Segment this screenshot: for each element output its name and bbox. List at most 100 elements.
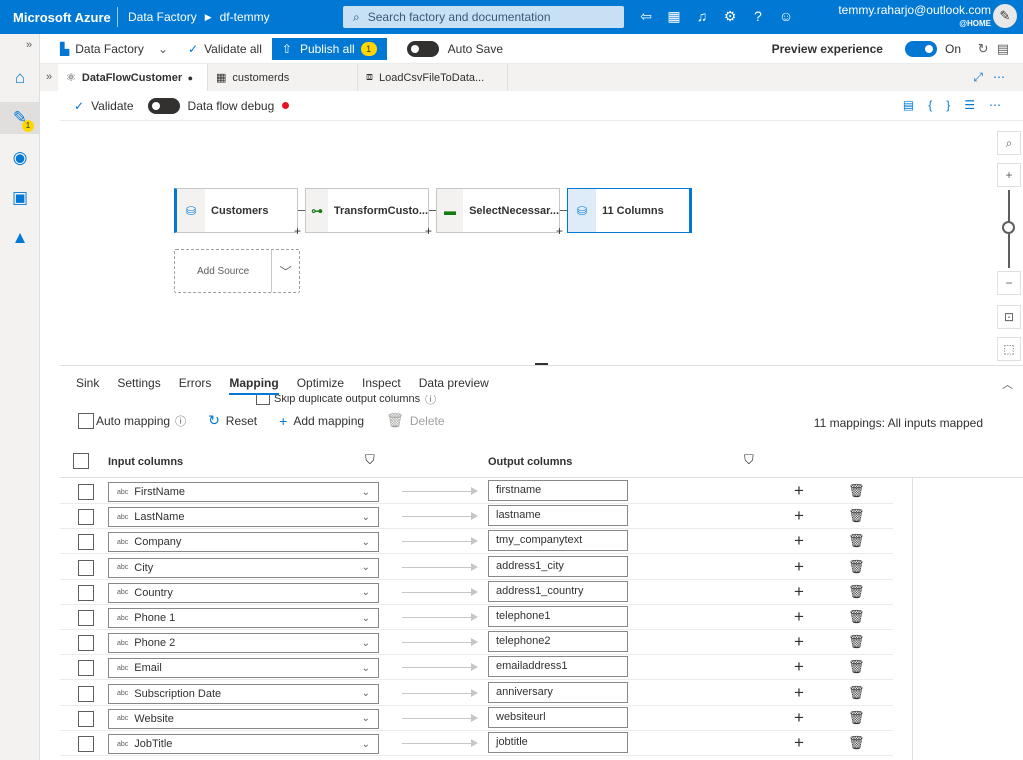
zoom-in-icon[interactable]: + xyxy=(997,163,1021,187)
reset-button[interactable]: ↻ Reset xyxy=(208,412,257,429)
learning-cap-icon[interactable]: ▲ xyxy=(0,222,40,254)
info-icon[interactable]: ⓘ xyxy=(175,413,186,429)
publish-all-button[interactable]: ⇧ Publish all 1 xyxy=(271,37,387,60)
output-column-field[interactable]: telephone1 xyxy=(488,606,628,627)
tab-optimize[interactable]: Optimize xyxy=(297,376,344,395)
auto-save-switch[interactable] xyxy=(406,40,439,57)
breadcrumb-factory[interactable]: df-temmy xyxy=(220,10,270,24)
row-checkbox[interactable] xyxy=(78,710,94,727)
output-column-field[interactable]: address1_country xyxy=(488,580,628,602)
validate-button[interactable]: ✓ Validate xyxy=(74,99,134,113)
input-column-dropdown[interactable]: abc JobTitle ⌄ xyxy=(108,734,379,754)
row-checkbox[interactable] xyxy=(78,484,94,500)
zoom-out-icon[interactable]: − xyxy=(997,271,1021,295)
tab-sink[interactable]: Sink xyxy=(76,376,99,395)
auto-save-toggle[interactable]: Auto Save xyxy=(406,40,503,57)
delete-button[interactable]: 🗑 Delete xyxy=(386,412,444,429)
fit-to-screen-icon[interactable]: ⊡ xyxy=(997,305,1021,329)
row-checkbox[interactable] xyxy=(78,534,94,551)
select-node[interactable]: ▬ SelectNecessar... + xyxy=(436,188,563,238)
tab-customerds[interactable]: ▦ customerds xyxy=(208,64,358,91)
derived-column-node[interactable]: ⊶ TransformCusto... + xyxy=(305,188,432,238)
output-column-field[interactable]: tmy_companytext xyxy=(488,530,628,552)
monitor-icon[interactable]: ◉ xyxy=(0,142,40,174)
code-braces-icon[interactable]: {} xyxy=(928,98,964,112)
maximize-icon[interactable]: ⤢ xyxy=(973,70,993,84)
data-factory-dropdown[interactable]: ▙ Data Factory ⌄ xyxy=(60,42,168,56)
input-column-dropdown[interactable]: abc Phone 1 ⌄ xyxy=(108,608,379,628)
filter-icon[interactable]: ⛉ xyxy=(744,452,754,468)
row-checkbox[interactable] xyxy=(78,635,94,652)
preview-switch[interactable] xyxy=(904,41,937,57)
source-node-customers[interactable]: ⛁ Customers + xyxy=(174,188,301,238)
tab-inspect[interactable]: Inspect xyxy=(362,376,401,395)
input-column-dropdown[interactable]: abc Country ⌄ xyxy=(108,582,379,603)
zoom-slider-knob[interactable] xyxy=(1002,221,1015,234)
input-column-dropdown[interactable]: abc LastName ⌄ xyxy=(108,507,379,528)
row-checkbox[interactable] xyxy=(78,509,94,526)
input-column-dropdown[interactable]: abc Email ⌄ xyxy=(108,658,379,679)
add-step-icon[interactable]: + xyxy=(556,224,563,238)
properties-icon[interactable]: ☰ xyxy=(964,98,989,112)
filter-icon[interactable]: ⛉ xyxy=(365,452,375,468)
refresh-icon[interactable]: ↻ xyxy=(978,41,997,56)
add-mapping-button[interactable]: + Add mapping xyxy=(279,413,364,429)
dataflow-canvas[interactable]: ⛁ Customers + ⊶ TransformCusto... + ▬ Se… xyxy=(60,121,1023,363)
more-icon[interactable]: ⋯ xyxy=(993,70,1015,84)
user-account[interactable]: temmy.raharjo@outlook.com @HOME xyxy=(838,4,991,30)
rail-collapse-icon[interactable]: » xyxy=(26,39,32,51)
add-row-icon[interactable]: + xyxy=(794,683,804,703)
bell-icon[interactable]: ♫ xyxy=(688,8,716,25)
portal-icon[interactable]: ▦ xyxy=(660,8,688,25)
sink-node[interactable]: ⛁ 11 Columns xyxy=(567,188,692,233)
output-column-field[interactable]: websiteurl xyxy=(488,706,628,728)
trash-icon[interactable]: 🗑 xyxy=(848,609,865,625)
add-row-icon[interactable]: + xyxy=(794,733,804,753)
tab-errors[interactable]: Errors xyxy=(179,376,212,395)
collapse-panel-icon[interactable]: ︿ xyxy=(1002,376,1013,392)
person-feedback-icon[interactable]: ☺ xyxy=(772,8,800,25)
tab-data-preview[interactable]: Data preview xyxy=(419,376,489,395)
skip-duplicate-checkbox[interactable] xyxy=(256,395,270,405)
output-column-field[interactable]: lastname xyxy=(488,505,628,527)
add-row-icon[interactable]: + xyxy=(794,632,804,652)
select-all-checkbox[interactable] xyxy=(73,453,89,469)
debug-switch[interactable] xyxy=(147,97,180,114)
add-row-icon[interactable]: + xyxy=(794,657,804,677)
validate-all-button[interactable]: ✓ Validate all xyxy=(188,42,262,56)
trash-icon[interactable]: 🗑 xyxy=(848,685,865,701)
output-column-field[interactable]: address1_city xyxy=(488,555,628,577)
input-column-dropdown[interactable]: abc Company ⌄ xyxy=(108,532,379,553)
brand-title[interactable]: Microsoft Azure xyxy=(0,10,117,25)
more-icon[interactable]: ⋯ xyxy=(989,98,1015,112)
row-checkbox[interactable] xyxy=(78,559,94,576)
tab-mapping[interactable]: Mapping xyxy=(229,376,279,395)
select-region-icon[interactable]: ⬚ xyxy=(997,337,1021,361)
row-checkbox[interactable] xyxy=(78,660,94,677)
auto-mapping-checkbox[interactable] xyxy=(78,412,94,429)
avatar[interactable]: ✎ xyxy=(993,4,1017,28)
add-row-icon[interactable]: + xyxy=(794,582,804,602)
tab-dataflowcustomer[interactable]: ⚛ DataFlowCustomer ● xyxy=(58,64,208,91)
gear-icon[interactable]: ⚙ xyxy=(716,8,744,25)
row-checkbox[interactable] xyxy=(78,736,94,752)
trash-icon[interactable]: 🗑 xyxy=(848,735,865,751)
row-checkbox[interactable] xyxy=(78,584,94,601)
trash-icon[interactable]: 🗑 xyxy=(848,634,865,650)
home-icon[interactable]: ⌂ xyxy=(0,62,40,94)
add-source-button[interactable]: Add Source ﹀ xyxy=(174,249,300,293)
output-column-field[interactable]: firstname xyxy=(488,480,628,501)
input-column-dropdown[interactable]: abc City ⌄ xyxy=(108,557,379,578)
expand-resources-icon[interactable]: » xyxy=(40,64,58,91)
trash-icon[interactable]: 🗑 xyxy=(848,710,865,726)
add-step-icon[interactable]: + xyxy=(425,224,432,238)
tab-loadcsvfile[interactable]: ⧈ LoadCsvFileToData... xyxy=(358,64,508,91)
add-step-icon[interactable]: + xyxy=(294,224,301,238)
output-column-field[interactable]: telephone2 xyxy=(488,631,628,653)
output-column-field[interactable]: anniversary xyxy=(488,681,628,703)
input-column-dropdown[interactable]: abc Website ⌄ xyxy=(108,708,379,729)
tab-settings[interactable]: Settings xyxy=(117,376,160,395)
trash-icon[interactable]: 🗑 xyxy=(848,483,865,499)
input-column-dropdown[interactable]: abc Subscription Date ⌄ xyxy=(108,683,379,704)
script-icon[interactable]: ▤ xyxy=(903,98,928,112)
